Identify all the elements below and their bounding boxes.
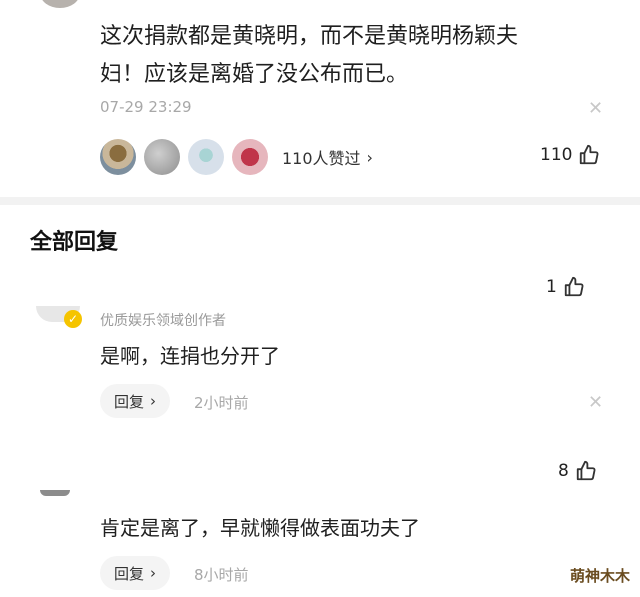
reply-text: 是啊，连捐也分开了: [100, 344, 280, 368]
reply-time: 2小时前: [194, 394, 249, 412]
like-button[interactable]: 110: [540, 144, 600, 166]
comment-text: 这次捐款都是黄晓明，而不是黄晓明杨颖夫 妇！应该是离婚了没公布而已。: [100, 18, 600, 94]
thumbs-up-icon: [580, 144, 599, 165]
thumbs-up-icon: [576, 460, 596, 481]
commenter-avatar[interactable]: [40, 0, 80, 8]
reply-text: 肯定是离了，早就懒得做表面功夫了: [100, 516, 420, 540]
likers-summary: 110人赞过: [282, 149, 361, 168]
likers-row[interactable]: 110人赞过 ›: [100, 138, 373, 176]
creator-tag: 优质娱乐领域创作者: [100, 313, 226, 329]
chevron-right-icon: ›: [150, 564, 157, 582]
reply-like-button[interactable]: 8: [558, 460, 597, 482]
liker-avatar-3[interactable]: [188, 139, 224, 175]
reply-button[interactable]: 回复 ›: [100, 556, 171, 590]
reply-avatar[interactable]: [40, 490, 70, 496]
close-icon[interactable]: ✕: [588, 392, 603, 413]
liker-avatar-2[interactable]: [144, 139, 180, 175]
comment-text-line2: 妇！应该是离婚了没公布而已。: [100, 62, 409, 87]
section-title: 全部回复: [30, 230, 119, 255]
reply-like-count: 8: [558, 461, 569, 481]
reply-button[interactable]: 回复 ›: [100, 384, 171, 418]
reply-like-count: 1: [546, 277, 557, 297]
thumbs-up-icon: [564, 276, 584, 297]
reply-button-label: 回复: [114, 564, 145, 583]
reply-like-button[interactable]: 1: [546, 276, 585, 298]
verified-badge-icon: ✓: [64, 310, 82, 328]
comment-timestamp: 07-29 23:29: [100, 98, 192, 116]
chevron-right-icon: ›: [150, 392, 157, 410]
reply-button-label: 回复: [114, 392, 145, 411]
like-count: 110: [540, 145, 573, 165]
liker-avatar-1[interactable]: [100, 139, 136, 175]
section-divider: [0, 197, 640, 205]
reply-time: 8小时前: [194, 566, 249, 584]
chevron-right-icon: ›: [366, 147, 373, 167]
comment-text-line1: 这次捐款都是黄晓明，而不是黄晓明杨颖夫: [100, 24, 519, 49]
liker-avatar-4[interactable]: [232, 139, 268, 175]
close-icon[interactable]: ✕: [588, 98, 603, 119]
watermark: 萌神木木: [559, 560, 640, 590]
